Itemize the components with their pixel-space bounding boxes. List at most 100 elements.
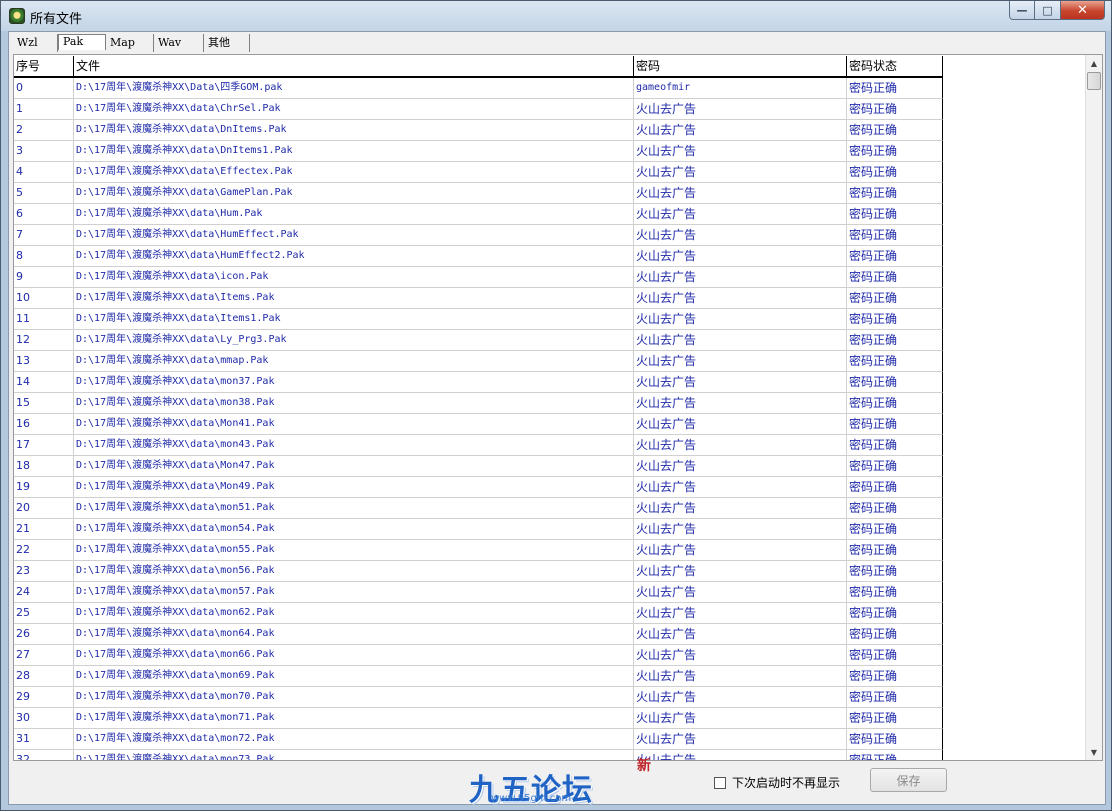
scroll-thumb[interactable] (1087, 72, 1101, 90)
cell-index: 26 (14, 624, 74, 645)
table-row[interactable]: 27 D:\17周年\渡魔杀神XX\data\mon66.Pak 火山去广告 密码正确 (14, 645, 1086, 666)
cell-index: 23 (14, 561, 74, 582)
table-row[interactable]: 30 D:\17周年\渡魔杀神XX\data\mon71.Pak 火山去广告 密码正确 (14, 708, 1086, 729)
cell-index: 32 (14, 750, 74, 760)
cell-index: 17 (14, 435, 74, 456)
table-row[interactable]: 12 D:\17周年\渡魔杀神XX\data\Ly_Prg3.Pak 火山去广告 密码… (14, 330, 1086, 351)
tab-map[interactable]: Map (106, 34, 154, 52)
column-header-file[interactable]: 文件 (74, 56, 634, 78)
cell-file: D:\17周年\渡魔杀神XX\data\Items.Pak (74, 288, 634, 309)
table-row[interactable]: 5 D:\17周年\渡魔杀神XX\data\GamePlan.Pak 火山去广告 密码… (14, 183, 1086, 204)
cell-status: 密码正确 (847, 351, 943, 372)
bottom-bar: 九五论坛 新 www.95gm.com 下次启动时不再显示 保存 (13, 758, 1103, 808)
cell-index: 29 (14, 687, 74, 708)
table-row[interactable]: 15 D:\17周年\渡魔杀神XX\data\mon38.Pak 火山去广告 密码正确 (14, 393, 1086, 414)
cell-index: 14 (14, 372, 74, 393)
table-row[interactable]: 32 D:\17周年\渡魔杀神XX\data\mon73.Pak 火山去广告 密码正确 (14, 750, 1086, 760)
column-header-password[interactable]: 密码 (634, 56, 847, 78)
maximize-button[interactable]: □ (1035, 1, 1061, 20)
save-button[interactable]: 保存 (870, 768, 947, 792)
cell-file: D:\17周年\渡魔杀神XX\data\Mon49.Pak (74, 477, 634, 498)
cell-index: 21 (14, 519, 74, 540)
table-row[interactable]: 3 D:\17周年\渡魔杀神XX\data\DnItems1.Pak 火山去广告 密码… (14, 141, 1086, 162)
cell-status: 密码正确 (847, 666, 943, 687)
cell-password: 火山去广告 (634, 603, 847, 624)
cell-status: 密码正确 (847, 435, 943, 456)
table-row[interactable]: 21 D:\17周年\渡魔杀神XX\data\mon54.Pak 火山去广告 密码正确 (14, 519, 1086, 540)
scroll-down-icon[interactable]: ▼ (1086, 744, 1102, 760)
cell-password: 火山去广告 (634, 351, 847, 372)
cell-file: D:\17周年\渡魔杀神XX\data\Hum.Pak (74, 204, 634, 225)
cell-file: D:\17周年\渡魔杀神XX\data\mon51.Pak (74, 498, 634, 519)
cell-file: D:\17周年\渡魔杀神XX\data\mmap.Pak (74, 351, 634, 372)
table-row[interactable]: 1 D:\17周年\渡魔杀神XX\data\ChrSel.Pak 火山去广告 密码正确 (14, 99, 1086, 120)
cell-file: D:\17周年\渡魔杀神XX\data\mon62.Pak (74, 603, 634, 624)
tab-wav[interactable]: Wav (154, 34, 204, 52)
cell-password: 火山去广告 (634, 708, 847, 729)
table-row[interactable]: 26 D:\17周年\渡魔杀神XX\data\mon64.Pak 火山去广告 密码正确 (14, 624, 1086, 645)
minimize-icon: — (1016, 3, 1028, 17)
tab-pak[interactable]: Pak (58, 34, 106, 50)
cell-password: 火山去广告 (634, 414, 847, 435)
cell-index: 30 (14, 708, 74, 729)
scroll-up-icon[interactable]: ▲ (1086, 55, 1102, 71)
table-row[interactable]: 22 D:\17周年\渡魔杀神XX\data\mon55.Pak 火山去广告 密码正确 (14, 540, 1086, 561)
cell-password: 火山去广告 (634, 393, 847, 414)
table-row[interactable]: 14 D:\17周年\渡魔杀神XX\data\mon37.Pak 火山去广告 密码正确 (14, 372, 1086, 393)
table-row[interactable]: 20 D:\17周年\渡魔杀神XX\data\mon51.Pak 火山去广告 密码正确 (14, 498, 1086, 519)
cell-index: 25 (14, 603, 74, 624)
app-icon (9, 8, 25, 24)
cell-status: 密码正确 (847, 393, 943, 414)
file-grid[interactable]: 序号 文件 密码 密码状态 0 D:\17周年\渡魔杀神XX\Data\四季GOM… (13, 54, 1103, 761)
cell-index: 3 (14, 141, 74, 162)
table-row[interactable]: 8 D:\17周年\渡魔杀神XX\data\HumEffect2.Pak 火山去广告… (14, 246, 1086, 267)
cell-index: 31 (14, 729, 74, 750)
cell-password: 火山去广告 (634, 687, 847, 708)
close-button[interactable]: ✕ (1061, 1, 1105, 20)
cell-status: 密码正确 (847, 204, 943, 225)
vertical-scrollbar[interactable]: ▲ ▼ (1085, 55, 1102, 760)
dont-show-again-option[interactable]: 下次启动时不再显示 (714, 774, 840, 791)
minimize-button[interactable]: — (1009, 1, 1035, 20)
table-row[interactable]: 28 D:\17周年\渡魔杀神XX\data\mon69.Pak 火山去广告 密码正确 (14, 666, 1086, 687)
tab-wzl[interactable]: Wzl (13, 34, 58, 52)
cell-file: D:\17周年\渡魔杀神XX\data\mon55.Pak (74, 540, 634, 561)
column-header-index[interactable]: 序号 (14, 56, 74, 78)
logo-badge: 新 (637, 758, 651, 774)
cell-index: 15 (14, 393, 74, 414)
cell-password: 火山去广告 (634, 246, 847, 267)
cell-password: 火山去广告 (634, 141, 847, 162)
title-bar[interactable]: 所有文件 — □ ✕ (1, 1, 1111, 31)
cell-password: 火山去广告 (634, 729, 847, 750)
cell-index: 27 (14, 645, 74, 666)
table-row[interactable]: 18 D:\17周年\渡魔杀神XX\data\Mon47.Pak 火山去广告 密码正确 (14, 456, 1086, 477)
cell-file: D:\17周年\渡魔杀神XX\data\HumEffect.Pak (74, 225, 634, 246)
table-row[interactable]: 25 D:\17周年\渡魔杀神XX\data\mon62.Pak 火山去广告 密码正确 (14, 603, 1086, 624)
table-row[interactable]: 4 D:\17周年\渡魔杀神XX\data\Effectex.Pak 火山去广告 密码… (14, 162, 1086, 183)
table-row[interactable]: 31 D:\17周年\渡魔杀神XX\data\mon72.Pak 火山去广告 密码正确 (14, 729, 1086, 750)
cell-file: D:\17周年\渡魔杀神XX\data\Effectex.Pak (74, 162, 634, 183)
table-row[interactable]: 13 D:\17周年\渡魔杀神XX\data\mmap.Pak 火山去广告 密码正确 (14, 351, 1086, 372)
table-row[interactable]: 16 D:\17周年\渡魔杀神XX\data\Mon41.Pak 火山去广告 密码正确 (14, 414, 1086, 435)
cell-file: D:\17周年\渡魔杀神XX\data\mon43.Pak (74, 435, 634, 456)
table-row[interactable]: 2 D:\17周年\渡魔杀神XX\data\DnItems.Pak 火山去广告 密码正… (14, 120, 1086, 141)
tab-other[interactable]: 其他 (204, 34, 250, 52)
table-row[interactable]: 6 D:\17周年\渡魔杀神XX\data\Hum.Pak 火山去广告 密码正确 (14, 204, 1086, 225)
cell-index: 12 (14, 330, 74, 351)
column-header-status[interactable]: 密码状态 (847, 56, 943, 78)
table-row[interactable]: 19 D:\17周年\渡魔杀神XX\data\Mon49.Pak 火山去广告 密码正确 (14, 477, 1086, 498)
table-row[interactable]: 23 D:\17周年\渡魔杀神XX\data\mon56.Pak 火山去广告 密码正确 (14, 561, 1086, 582)
table-row[interactable]: 10 D:\17周年\渡魔杀神XX\data\Items.Pak 火山去广告 密码正确 (14, 288, 1086, 309)
table-row[interactable]: 0 D:\17周年\渡魔杀神XX\Data\四季GOM.pak gameofmir 密… (14, 78, 1086, 99)
cell-file: D:\17周年\渡魔杀神XX\data\mon66.Pak (74, 645, 634, 666)
table-row[interactable]: 7 D:\17周年\渡魔杀神XX\data\HumEffect.Pak 火山去广告密… (14, 225, 1086, 246)
cell-status: 密码正确 (847, 498, 943, 519)
dont-show-again-checkbox[interactable] (714, 776, 726, 789)
table-row[interactable]: 11 D:\17周年\渡魔杀神XX\data\Items1.Pak 火山去广告 密码正… (14, 309, 1086, 330)
table-row[interactable]: 17 D:\17周年\渡魔杀神XX\data\mon43.Pak 火山去广告 密码正确 (14, 435, 1086, 456)
table-row[interactable]: 9 D:\17周年\渡魔杀神XX\data\icon.Pak 火山去广告 密码正确 (14, 267, 1086, 288)
table-row[interactable]: 29 D:\17周年\渡魔杀神XX\data\mon70.Pak 火山去广告 密码正确 (14, 687, 1086, 708)
grid-header: 序号 文件 密码 密码状态 (14, 56, 943, 78)
forum-logo: 九五论坛 新 www.95gm.com (461, 758, 651, 808)
table-row[interactable]: 24 D:\17周年\渡魔杀神XX\data\mon57.Pak 火山去广告 密码正确 (14, 582, 1086, 603)
